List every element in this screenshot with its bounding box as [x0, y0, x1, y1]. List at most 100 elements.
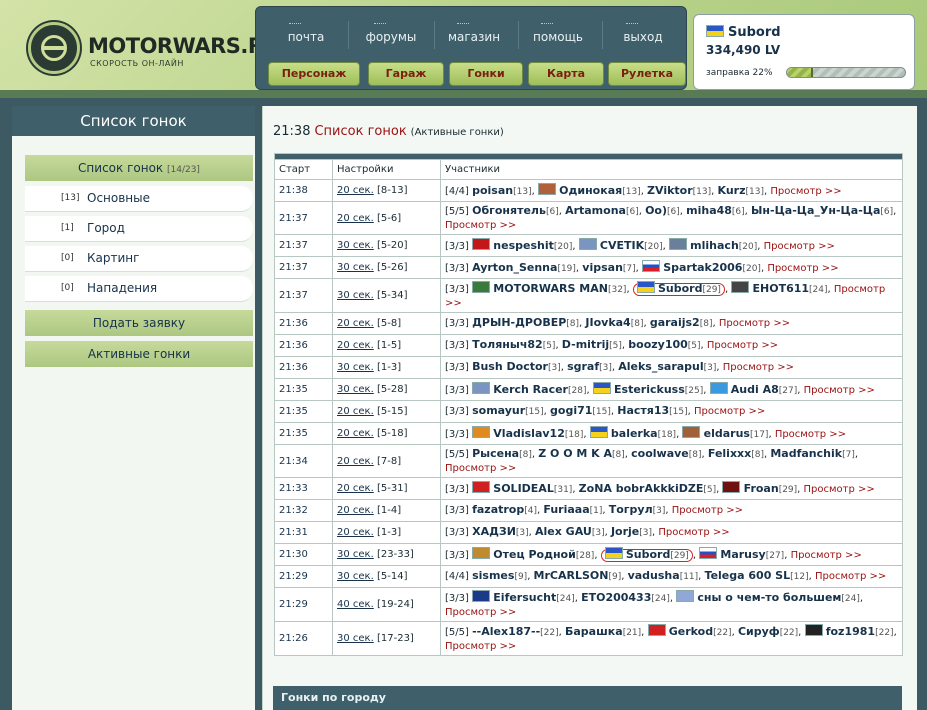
participant-name[interactable]: ETO200433 — [581, 591, 651, 604]
active-races-button[interactable]: Активные гонки — [25, 341, 253, 367]
nav-button-races[interactable]: Гонки — [449, 62, 523, 86]
participant-name[interactable]: Ayrton_Senna — [472, 261, 557, 274]
participant-name[interactable]: CVETIK — [600, 239, 644, 252]
participant-name[interactable]: Froan — [744, 482, 779, 495]
participant-name[interactable]: JIovka4 — [585, 316, 630, 329]
participant-name[interactable]: foz1981 — [826, 625, 875, 638]
view-race-link[interactable]: Просмотр >> — [445, 220, 516, 231]
participant-name[interactable]: SOLIDEAL — [493, 482, 554, 495]
sidebar-item-race-list[interactable]: Список гонок [14/23] — [25, 155, 253, 181]
participant-name[interactable]: Барашка — [565, 625, 623, 638]
user-name[interactable]: Subord — [706, 25, 781, 40]
view-race-link[interactable]: Просмотр >> — [672, 505, 743, 516]
participant-name[interactable]: сны о чем-то большем — [697, 591, 841, 604]
participant-name[interactable]: Aleks_sarapul — [618, 360, 703, 373]
race-duration-link[interactable]: 30 сек. — [337, 571, 374, 582]
sidebar-item-city[interactable]: [1] Город — [25, 216, 253, 242]
participant-name[interactable]: Bush Doctor — [472, 360, 548, 373]
participant-name[interactable]: Oo) — [645, 204, 667, 217]
logo-icon[interactable] — [28, 22, 80, 74]
view-race-link[interactable]: Просмотр >> — [719, 318, 790, 329]
participant-name[interactable]: Kurz — [718, 184, 746, 197]
view-race-link[interactable]: Просмотр >> — [804, 385, 875, 396]
participant-name[interactable]: Kerch Racer — [493, 383, 568, 396]
participant-name[interactable]: gogi71 — [550, 404, 592, 417]
participant-name[interactable]: vipsan — [582, 261, 623, 274]
participant-name[interactable]: nespeshit — [493, 239, 554, 252]
participant-name[interactable]: Jorje — [611, 525, 639, 538]
nav-button-roulette[interactable]: Рулетка — [608, 62, 686, 86]
participant-name[interactable]: sismes — [472, 569, 514, 582]
participant-name[interactable]: ДРЫН-ДРОВЕР — [472, 316, 566, 329]
sidebar-item-attacks[interactable]: [0] Нападения — [25, 276, 253, 302]
participant-name[interactable]: Alex GAU — [535, 525, 592, 538]
view-race-link[interactable]: Просмотр >> — [764, 241, 835, 252]
participant-name[interactable]: Настя13 — [617, 404, 669, 417]
participant-name[interactable]: sgraf — [567, 360, 599, 373]
race-duration-link[interactable]: 20 сек. — [337, 505, 374, 516]
view-race-link[interactable]: Просмотр >> — [707, 340, 778, 351]
view-race-link[interactable]: Просмотр >> — [791, 550, 862, 561]
nav-link-mail[interactable]: почта — [271, 23, 341, 44]
submit-race-button[interactable]: Подать заявку — [25, 310, 253, 336]
participant-name[interactable]: Subord — [626, 548, 670, 561]
view-race-link[interactable]: Просмотр >> — [775, 429, 846, 440]
participant-name[interactable]: poisan — [472, 184, 513, 197]
participant-name[interactable]: balerka — [611, 427, 658, 440]
view-race-link[interactable]: Просмотр >> — [445, 463, 516, 474]
view-race-link[interactable]: Просмотр >> — [804, 484, 875, 495]
participant-name[interactable]: miha48 — [686, 204, 732, 217]
view-race-link[interactable]: Просмотр >> — [445, 641, 516, 652]
participant-name[interactable]: Ын-Ца-Ца_Ун-Ца-Ца — [751, 204, 880, 217]
participant-name[interactable]: Рысена — [472, 447, 519, 460]
logo-text[interactable]: MOTORWARS.RU — [88, 34, 281, 58]
participant-name[interactable]: Толяныч82 — [472, 338, 543, 351]
participant-name[interactable]: Отец Родной — [493, 548, 576, 561]
participant-name[interactable]: Audi A8 — [731, 383, 779, 396]
view-race-link[interactable]: Просмотр >> — [767, 263, 838, 274]
participant-name[interactable]: Subord — [658, 282, 702, 295]
race-duration-link[interactable]: 30 сек. — [337, 549, 374, 560]
participant-name[interactable]: fazatrop — [472, 503, 524, 516]
race-duration-link[interactable]: 30 сек. — [337, 290, 374, 301]
participant-name[interactable]: Madfanchik — [770, 447, 842, 460]
nav-button-character[interactable]: Персонаж — [268, 62, 360, 86]
participant-name[interactable]: Furiaaa — [543, 503, 589, 516]
nav-link-logout[interactable]: выход — [608, 23, 678, 44]
participant-name[interactable]: Одинокая — [559, 184, 622, 197]
nav-link-forums[interactable]: форумы — [356, 23, 426, 44]
view-race-link[interactable]: Просмотр >> — [770, 186, 841, 197]
race-duration-link[interactable]: 30 сек. — [337, 362, 374, 373]
participant-name[interactable]: vadusha — [628, 569, 680, 582]
participant-name[interactable]: Z O O M K A — [538, 447, 612, 460]
participant-name[interactable]: Обгонятель — [472, 204, 546, 217]
sidebar-item-karting[interactable]: [0] Картинг — [25, 246, 253, 272]
race-duration-link[interactable]: 20 сек. — [337, 483, 374, 494]
participant-name[interactable]: ZoNA bobrAkkkiDZE — [579, 482, 704, 495]
participant-name[interactable]: Тогрул — [609, 503, 653, 516]
participant-name[interactable]: eldarus — [704, 427, 750, 440]
participant-name[interactable]: Spartak2006 — [663, 261, 742, 274]
participant-name[interactable]: Marusy — [720, 548, 765, 561]
race-duration-link[interactable]: 20 сек. — [337, 213, 374, 224]
participant-name[interactable]: ХАДЗИ — [472, 525, 516, 538]
participant-name[interactable]: boozy100 — [628, 338, 688, 351]
race-duration-link[interactable]: 20 сек. — [337, 527, 374, 538]
participant-name[interactable]: Eifersucht — [493, 591, 556, 604]
participant-name[interactable]: Vladislav12 — [493, 427, 565, 440]
participant-name[interactable]: Telega 600 SL — [705, 569, 791, 582]
race-duration-link[interactable]: 20 сек. — [337, 185, 374, 196]
participant-name[interactable]: Esterickuss — [614, 383, 685, 396]
nav-button-map[interactable]: Карта — [528, 62, 604, 86]
participant-name[interactable]: --Alex187-- — [472, 625, 540, 638]
participant-name[interactable]: coolwave — [631, 447, 689, 460]
nav-link-help[interactable]: помощь — [523, 23, 593, 44]
participant-name[interactable]: D-mitrij — [562, 338, 609, 351]
participant-name[interactable]: Сируф — [738, 625, 780, 638]
participant-name[interactable]: garaijs2 — [650, 316, 700, 329]
race-duration-link[interactable]: 40 сек. — [337, 599, 374, 610]
sidebar-item-main[interactable]: [13] Основные — [25, 186, 253, 212]
participant-name[interactable]: mlihach — [690, 239, 739, 252]
nav-link-shop[interactable]: магазин — [439, 23, 509, 44]
race-duration-link[interactable]: 30 сек. — [337, 384, 374, 395]
